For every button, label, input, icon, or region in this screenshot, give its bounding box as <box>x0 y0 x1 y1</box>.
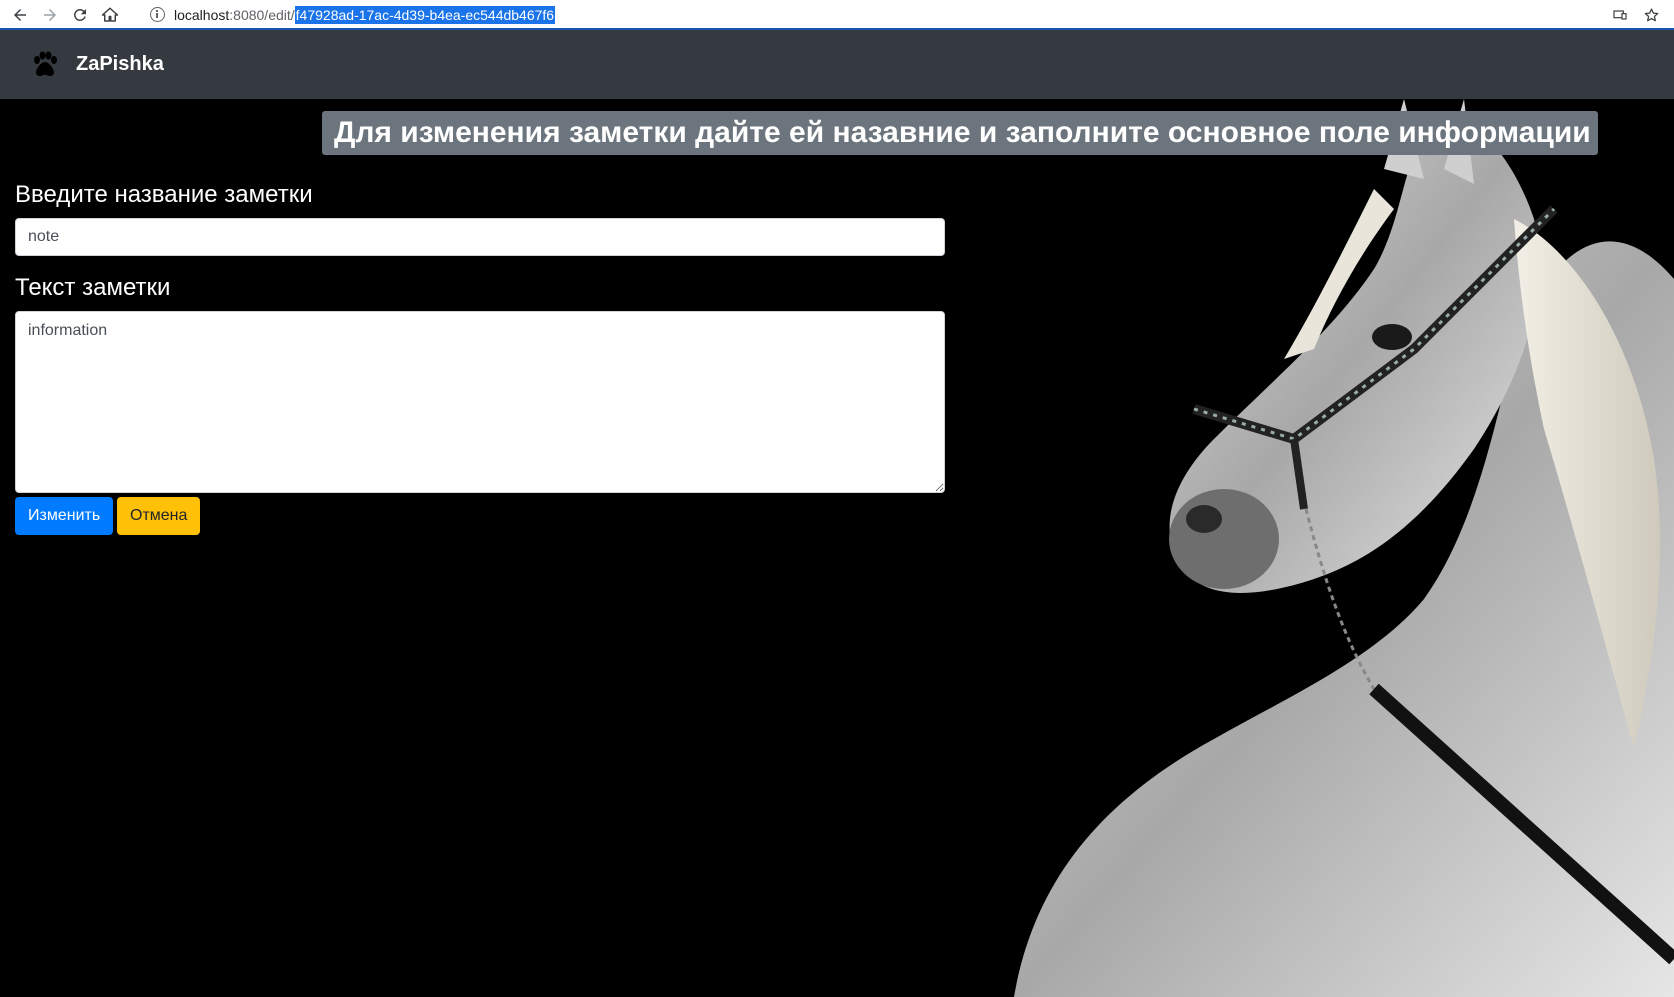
browser-toolbar: localhost :8080/edit/ f47928ad-17ac-4d39… <box>0 0 1674 30</box>
brand-name[interactable]: ZaPishka <box>76 53 164 76</box>
page-heading: Для изменения заметки дайте ей назавние … <box>322 111 1598 155</box>
url-host: localhost <box>174 6 230 23</box>
note-title-input[interactable] <box>15 218 945 256</box>
back-icon[interactable] <box>8 3 32 27</box>
forward-icon[interactable] <box>38 3 62 27</box>
navbar: ZaPishka <box>0 30 1674 99</box>
horse-background-image <box>1014 99 1674 997</box>
body-field-label: Текст заметки <box>15 274 171 301</box>
main-content: Для изменения заметки дайте ей назавние … <box>0 99 1674 997</box>
paw-icon[interactable] <box>28 48 62 82</box>
cast-icon[interactable] <box>1610 5 1630 25</box>
address-bar[interactable]: localhost :8080/edit/ f47928ad-17ac-4d39… <box>140 2 1640 27</box>
cancel-button[interactable]: Отмена <box>117 497 201 535</box>
info-icon[interactable] <box>150 7 165 22</box>
title-field-label: Введите название заметки <box>15 181 313 208</box>
home-icon[interactable] <box>98 3 122 27</box>
url-path: :8080/edit/ <box>229 6 295 23</box>
url-selected-text: f47928ad-17ac-4d39-b4ea-ec544db467f6 <box>294 5 556 24</box>
note-body-textarea[interactable]: information <box>15 311 945 493</box>
submit-edit-button[interactable]: Изменить <box>15 497 114 535</box>
bookmark-star-icon[interactable] <box>1641 5 1661 25</box>
reload-icon[interactable] <box>68 3 92 27</box>
